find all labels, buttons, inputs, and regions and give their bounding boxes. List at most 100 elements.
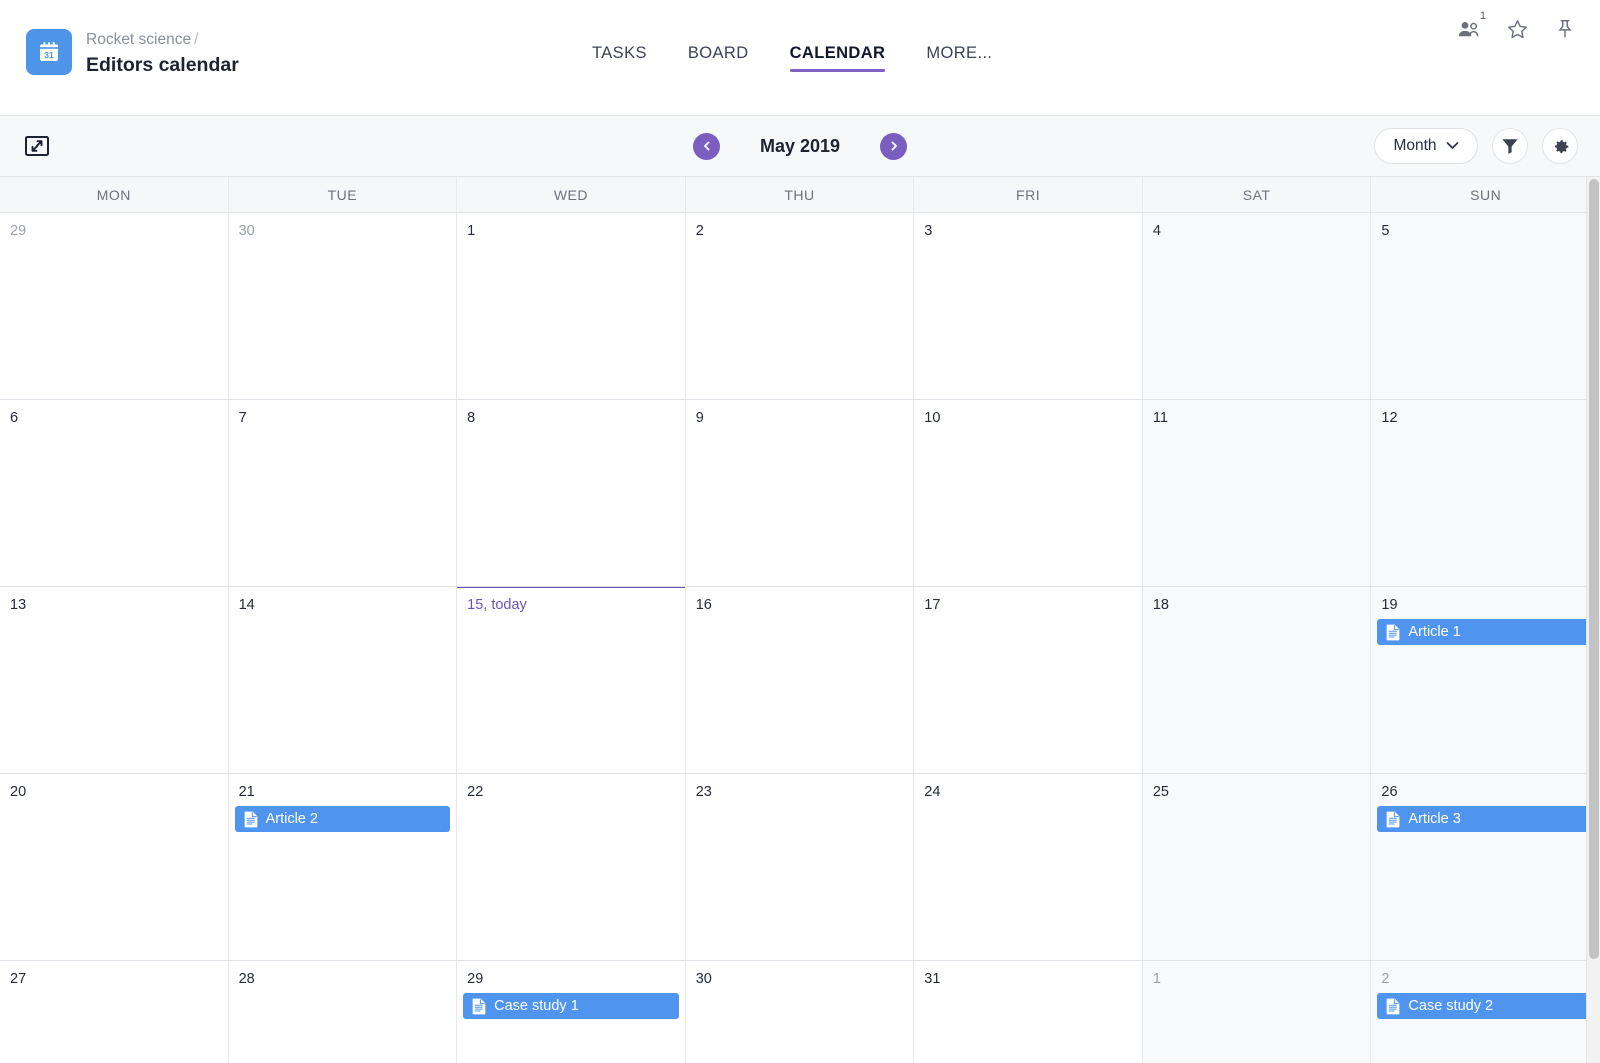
day-number: 31 [924,971,941,987]
day-number: 24 [924,784,941,800]
day-events: Article 1 [1371,619,1600,645]
header-actions: 1 [1456,11,1578,42]
calendar-week-row: 20 21 Article 2 22 23 24 25 26 Article 3 [0,774,1600,961]
calendar-day-cell[interactable]: 16 [685,587,915,773]
calendar-day-cell[interactable]: 25 [1142,774,1372,960]
day-number: 26 [1381,784,1398,800]
day-number: 19 [1381,597,1398,613]
calendar-day-cell[interactable]: 29 Case study 1 [457,961,686,1063]
calendar-day-cell[interactable]: 15, today [457,587,686,773]
day-number: 15, today [457,596,685,614]
calendar-day-cell[interactable]: 6 [0,400,229,586]
prev-month-button[interactable] [693,132,720,160]
calendar-day-cell[interactable]: 27 [0,961,229,1063]
day-number: 13 [10,597,27,613]
event-title: Case study 2 [1408,998,1494,1014]
calendar-event-chip[interactable]: Article 3 [1377,806,1594,832]
chevron-down-icon [1446,137,1459,155]
calendar-day-cell[interactable]: 19 Article 1 [1371,587,1600,773]
day-number: 8 [467,410,476,426]
day-number: 7 [238,410,247,426]
calendar-grid: MON TUE WED THU FRI SAT SUN 29 30 1 2 3 4 5 6 7 8… [0,177,1600,1063]
calendar-day-cell[interactable]: 29 [0,213,229,399]
calendar-event-chip[interactable]: Case study 1 [463,993,679,1019]
calendar-event-chip[interactable]: Case study 2 [1377,993,1594,1019]
calendar-event-chip[interactable]: Article 1 [1377,619,1594,645]
gear-icon[interactable] [1542,128,1578,164]
day-events: Case study 2 [1371,993,1600,1019]
event-title: Article 3 [1408,811,1461,827]
calendar-week-row: 29 30 1 2 3 4 5 [0,213,1600,400]
view-mode-select[interactable]: Month [1374,128,1478,164]
event-title: Article 1 [1408,624,1461,640]
day-number: 5 [1381,223,1390,239]
calendar-day-cell[interactable]: 8 [457,400,686,586]
day-number: 20 [10,784,27,800]
month-navigation: May 2019 [0,132,1600,160]
main-nav: TASKS BOARD CALENDAR MORE... [592,44,992,72]
calendar-day-cell[interactable]: 2 [685,213,915,399]
event-title: Case study 1 [494,998,579,1014]
star-icon[interactable] [1504,16,1530,42]
calendar-week-row: 6 7 8 9 10 11 12 [0,400,1600,587]
calendar-day-cell[interactable]: 30 [685,961,915,1063]
app-header: 31 Rocket science / Editors calendar TASK… [0,0,1600,116]
calendar-day-cell[interactable]: 11 [1142,400,1372,586]
dow-thu: THU [686,177,915,212]
tab-calendar[interactable]: CALENDAR [789,44,886,72]
calendar-day-cell[interactable]: 10 [914,400,1143,586]
tab-board[interactable]: BOARD [688,44,749,72]
dow-fri: FRI [914,177,1143,212]
calendar-day-cell[interactable]: 3 [914,213,1143,399]
day-of-week-header: MON TUE WED THU FRI SAT SUN [0,177,1600,213]
calendar-day-cell[interactable]: 1 [457,213,686,399]
toolbar-right-controls: Month [1374,128,1578,164]
calendar-day-cell[interactable]: 28 [228,961,458,1063]
calendar-week-row: 13 14 15, today 16 17 18 19 Article 1 [0,587,1600,774]
day-number: 30 [695,971,712,987]
calendar-day-cell[interactable]: 14 [228,587,458,773]
calendar-day-cell[interactable]: 17 [914,587,1143,773]
tab-more[interactable]: MORE... [926,44,992,72]
calendar-day-cell[interactable]: 26 Article 3 [1371,774,1600,960]
calendar-day-cell[interactable]: 13 [0,587,229,773]
tab-tasks[interactable]: TASKS [592,44,647,72]
scrollbar-thumb[interactable] [1589,179,1599,959]
event-title: Article 2 [265,811,318,827]
brand-text: Rocket science / Editors calendar [86,29,239,78]
day-number: 17 [924,597,941,613]
calendar-event-chip[interactable]: Article 2 [234,806,451,832]
breadcrumb[interactable]: Rocket science / [86,30,239,49]
dow-mon: MON [0,177,229,212]
calendar-day-cell[interactable]: 30 [228,213,458,399]
calendar-day-cell[interactable]: 12 [1371,400,1600,586]
day-number: 4 [1152,223,1161,239]
day-number: 9 [695,410,704,426]
calendar-day-cell[interactable]: 18 [1142,587,1372,773]
pin-icon[interactable] [1552,16,1578,42]
members-icon[interactable]: 1 [1456,11,1486,42]
day-events: Article 3 [1371,806,1600,832]
calendar-day-cell[interactable]: 20 [0,774,229,960]
day-number: 1 [1152,971,1161,987]
breadcrumb-parent[interactable]: Rocket science [86,31,191,48]
calendar-day-cell[interactable]: 4 [1142,213,1372,399]
calendar-day-cell[interactable]: 7 [228,400,458,586]
calendar-day-cell[interactable]: 1 [1142,961,1372,1063]
day-number: 16 [695,597,712,613]
calendar-day-cell[interactable]: 21 Article 2 [228,774,458,960]
calendar-day-cell[interactable]: 24 [914,774,1143,960]
fullscreen-icon[interactable] [24,135,50,157]
calendar-day-cell[interactable]: 31 [914,961,1143,1063]
calendar-day-cell[interactable]: 5 [1371,213,1600,399]
filter-icon[interactable] [1492,128,1528,164]
day-number: 28 [238,971,255,987]
day-number: 22 [467,784,484,800]
next-month-button[interactable] [880,132,907,160]
calendar-day-cell[interactable]: 22 [457,774,686,960]
calendar-day-cell[interactable]: 2 Case study 2 [1371,961,1600,1063]
calendar-day-cell[interactable]: 23 [685,774,915,960]
calendar-day-cell[interactable]: 9 [685,400,915,586]
calendar-icon: 31 [26,29,72,75]
vertical-scrollbar[interactable] [1586,177,1600,1063]
